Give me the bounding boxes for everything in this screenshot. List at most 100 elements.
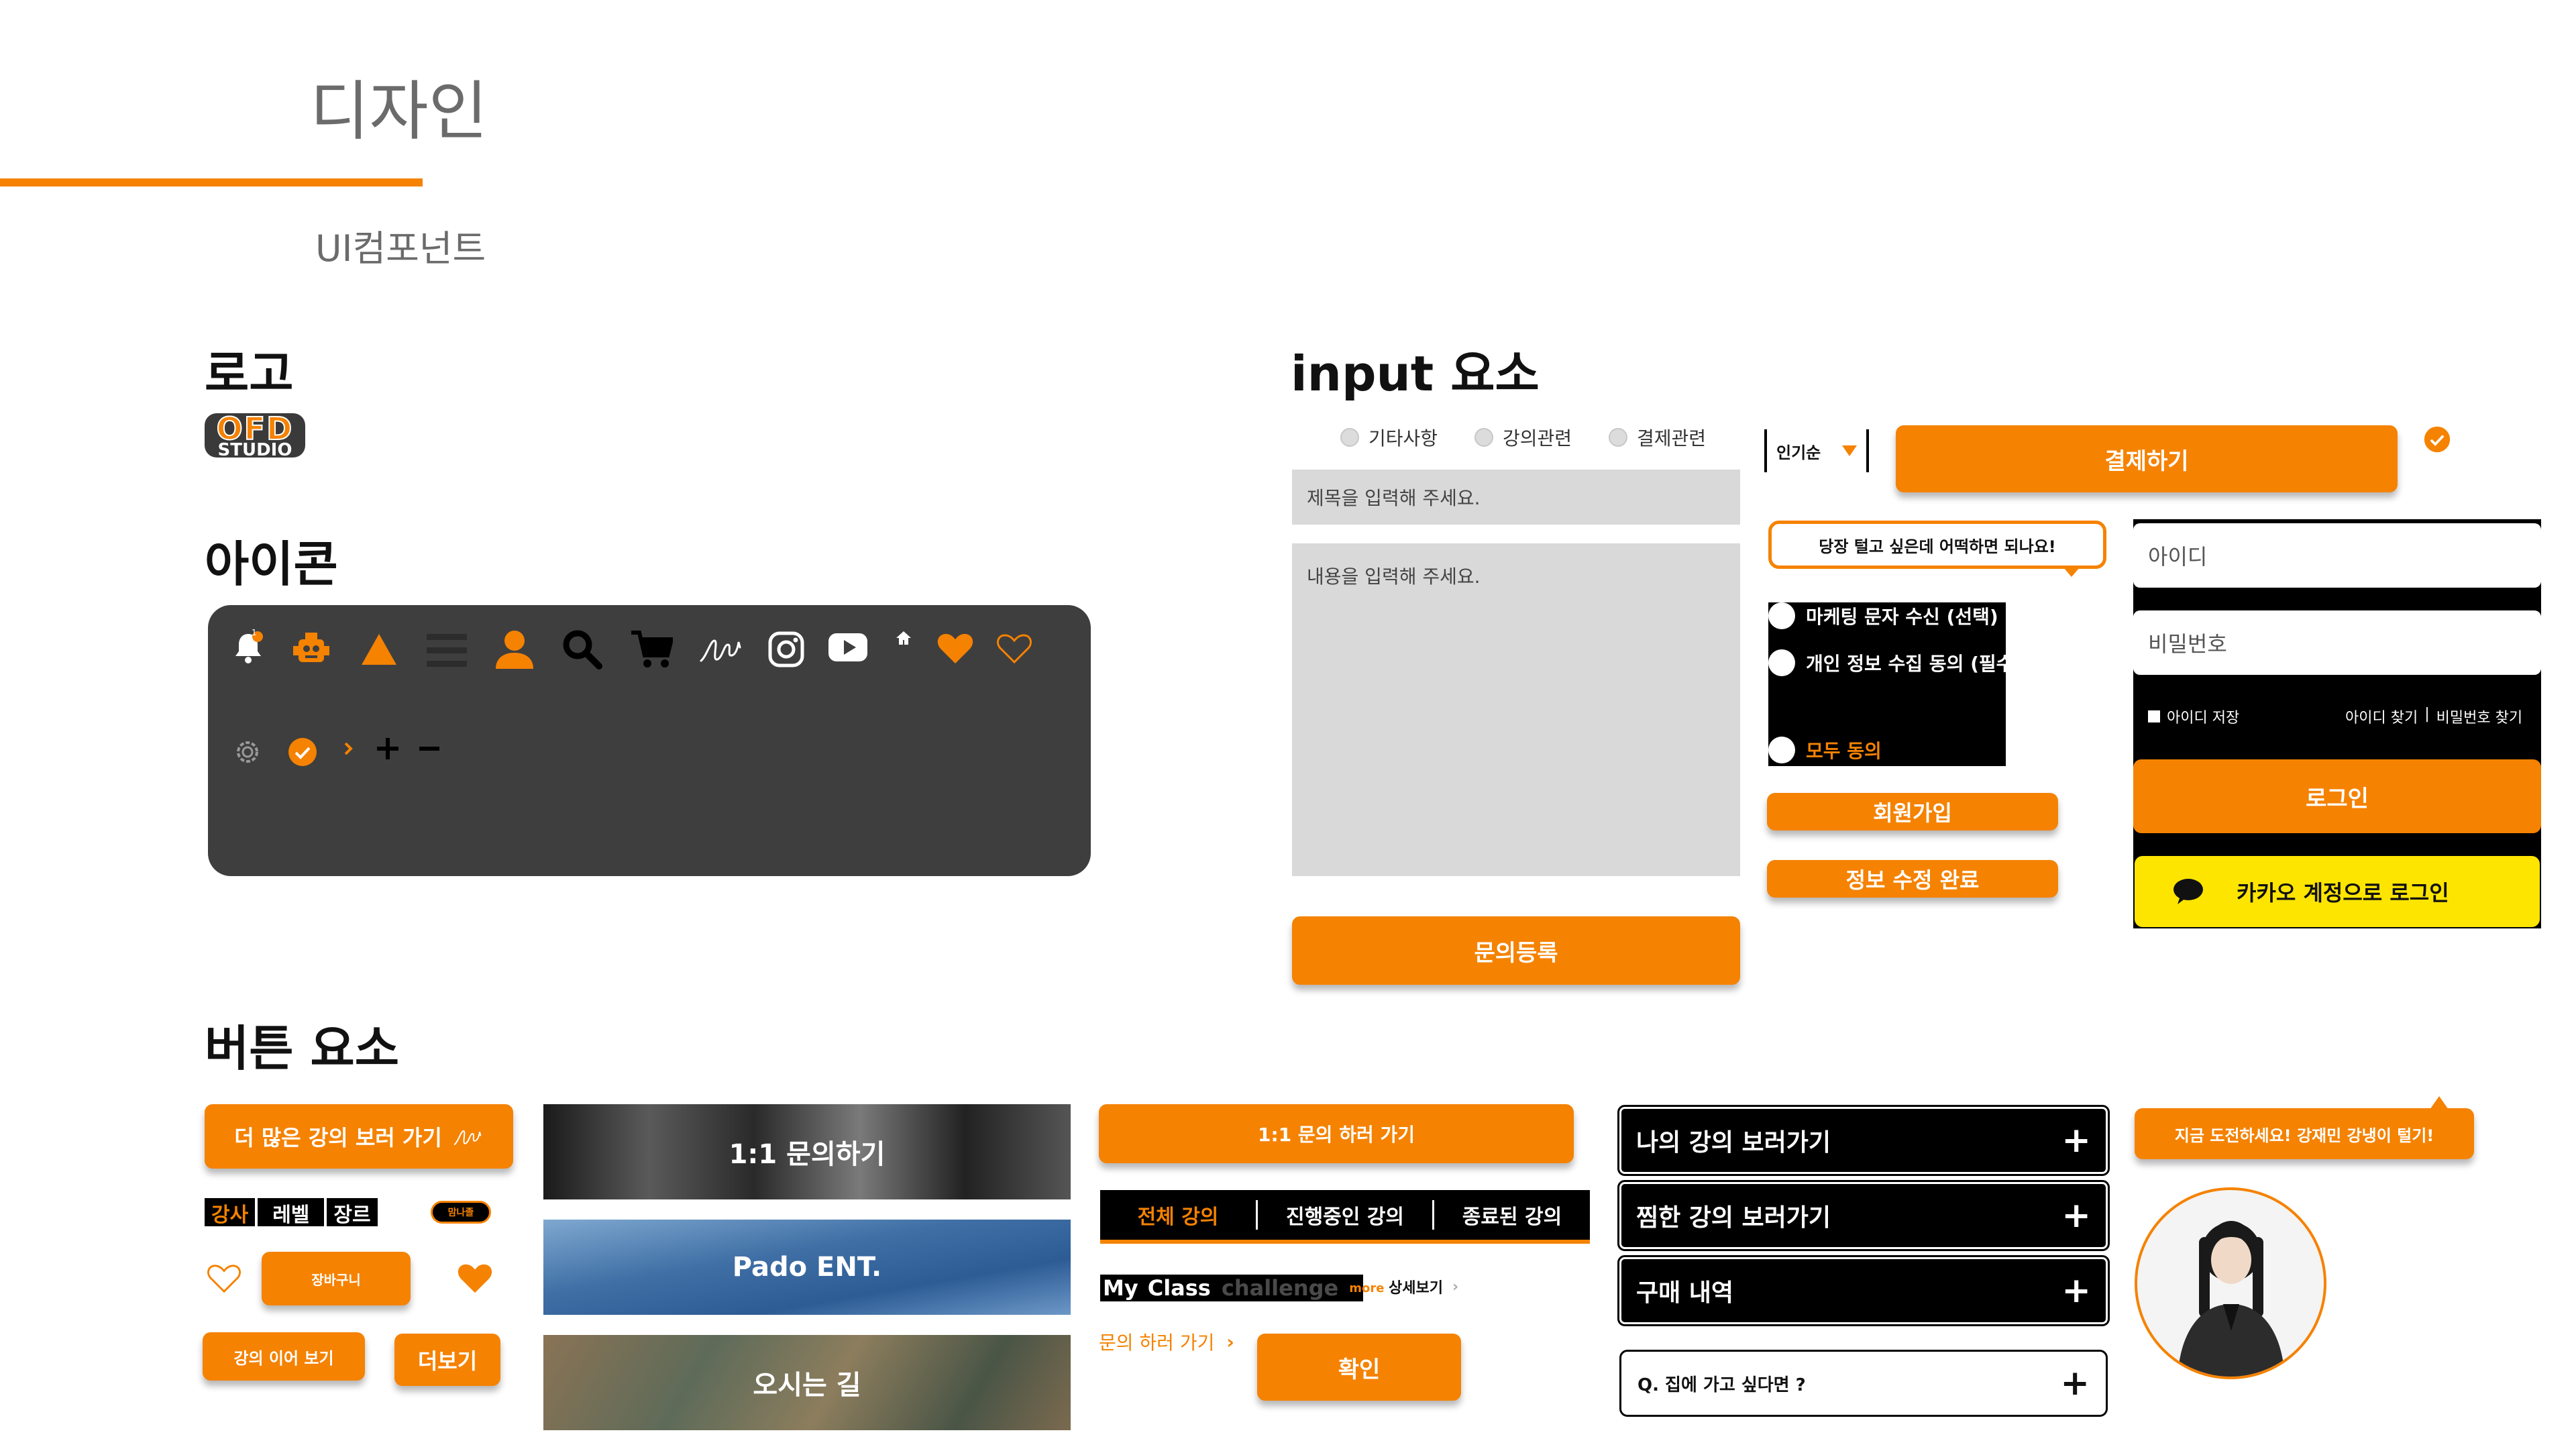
- user-icon[interactable]: [492, 627, 537, 671]
- accordion-my-lectures[interactable]: 나의 강의 보러가기 +: [1617, 1105, 2110, 1176]
- accordion-purchase-history[interactable]: 구매 내역 +: [1617, 1255, 2110, 1326]
- challenge-bubble: 지금 도전하세요! 강재민 강냉이 털기!: [2135, 1108, 2474, 1159]
- link-divider: |: [2424, 706, 2430, 722]
- challenge-bubble-tail: [2430, 1096, 2449, 1110]
- gear-icon[interactable]: [231, 735, 264, 769]
- check-circle-icon[interactable]: [2422, 424, 2453, 455]
- login-button[interactable]: 로그인: [2133, 759, 2541, 833]
- agree-all-checkbox[interactable]: 모두 동의: [1768, 737, 1882, 763]
- speech-bubble: 당장 털고 싶은데 어떡하면 되나요!: [1768, 521, 2106, 569]
- header-divider: [0, 178, 423, 186]
- continue-lecture-button[interactable]: 강의 이어 보기: [203, 1332, 365, 1381]
- plus-icon[interactable]: [373, 734, 402, 763]
- more-lectures-button[interactable]: 더 많은 강의 보러 가기: [205, 1104, 513, 1169]
- filter-tag-group: 강사 레벨 장르: [205, 1198, 378, 1227]
- pado-ent-image-card[interactable]: Pado ENT.: [543, 1220, 1071, 1315]
- tab-ended-lectures[interactable]: 종료된 강의: [1434, 1200, 1590, 1230]
- heart-filled-icon[interactable]: [456, 1261, 494, 1295]
- cart-icon[interactable]: [629, 628, 674, 671]
- save-id-checkbox[interactable]: 아이디 저장: [2148, 706, 2239, 727]
- signature-icon: [451, 1123, 484, 1150]
- page-title: 디자인: [310, 74, 488, 149]
- radio-circle: [1340, 428, 1359, 447]
- checkbox-circle: [1768, 602, 1795, 629]
- menu-icon[interactable]: [425, 629, 468, 671]
- page-subtitle: UI컴포넌트: [315, 227, 486, 270]
- inquiry-submit-button[interactable]: 문의등록: [1292, 916, 1740, 985]
- caret-down-icon: [1842, 445, 1857, 456]
- chevron-right-icon: ›: [1452, 1278, 1459, 1295]
- logo-text-bottom: STUDIO: [217, 440, 292, 458]
- sort-select-value: 인기순: [1776, 443, 1821, 462]
- inquiry-link[interactable]: 문의 하러 가기 ›: [1099, 1328, 1234, 1355]
- bell-badge: 1: [252, 628, 257, 637]
- confirm-button[interactable]: 확인: [1257, 1334, 1461, 1401]
- sort-select[interactable]: 인기순: [1764, 429, 1869, 472]
- avatar[interactable]: [2135, 1187, 2326, 1379]
- chevron-right-icon[interactable]: [338, 735, 358, 762]
- youtube-icon[interactable]: [826, 629, 869, 665]
- more-button[interactable]: 더보기: [394, 1334, 500, 1386]
- ofd-studio-logo: OFD STUDIO: [205, 413, 305, 458]
- lecture-tabs: 전체 강의 진행중인 강의 종료된 강의: [1100, 1190, 1590, 1244]
- status-badge: 맘나졸: [431, 1201, 491, 1224]
- radio-circle: [1609, 428, 1627, 447]
- content-textarea[interactable]: 내용을 입력해 주세요.: [1292, 543, 1740, 876]
- kakao-chat-icon: [2172, 877, 2204, 906]
- myclass-banner[interactable]: My Class challenge more: [1100, 1275, 1384, 1301]
- accordion-wishlist[interactable]: 찜한 강의 보러가기 +: [1617, 1180, 2110, 1251]
- inquiry-image-card[interactable]: 1:1 문의하기: [543, 1104, 1071, 1199]
- id-input[interactable]: 아이디: [2133, 523, 2541, 588]
- bell-icon[interactable]: 1: [229, 628, 267, 668]
- password-input[interactable]: 비밀번호: [2133, 610, 2541, 675]
- filter-tag-level[interactable]: 레벨: [258, 1198, 327, 1227]
- triangle-icon[interactable]: [360, 631, 398, 668]
- find-id-link[interactable]: 아이디 찾기: [2345, 706, 2418, 727]
- speech-bubble-tail: [2063, 568, 2080, 577]
- section-title-buttons: 버튼 요소: [205, 1020, 400, 1077]
- agree-privacy-checkbox[interactable]: 개인 정보 수집 동의 (필수): [1768, 649, 2022, 676]
- find-password-link[interactable]: 비밀번호 찾기: [2436, 706, 2522, 727]
- plus-icon: +: [2060, 1363, 2090, 1403]
- directions-image-card[interactable]: 오시는 길: [543, 1335, 1071, 1430]
- checkbox-square: [2148, 710, 2160, 722]
- signature-icon[interactable]: [698, 628, 743, 669]
- radio-circle: [1474, 428, 1493, 447]
- qna-button[interactable]: 1:1 문의 하러 가기: [1099, 1104, 1574, 1163]
- heart-outline-icon[interactable]: [994, 629, 1034, 667]
- chevron-right-icon: ›: [1226, 1330, 1234, 1353]
- search-icon[interactable]: [561, 628, 604, 671]
- faq-item[interactable]: Q. 집에 가고 싶다면 ? +: [1619, 1350, 2108, 1417]
- category-option-etc[interactable]: 기타사항: [1340, 424, 1438, 451]
- tab-ongoing-lectures[interactable]: 진행중인 강의: [1258, 1200, 1434, 1230]
- instagram-icon[interactable]: [766, 629, 806, 669]
- home-icon[interactable]: [894, 628, 914, 648]
- heart-filled-icon[interactable]: [935, 629, 975, 667]
- checkbox-circle: [1768, 737, 1795, 763]
- edit-complete-button[interactable]: 정보 수정 완료: [1767, 860, 2058, 898]
- title-input[interactable]: 제목을 입력해 주세요.: [1292, 470, 1740, 525]
- plus-icon: +: [2061, 1195, 2091, 1236]
- kakao-login-button[interactable]: 카카오 계정으로 로그인: [2135, 856, 2540, 927]
- heart-outline-icon[interactable]: [205, 1261, 243, 1295]
- robot-icon[interactable]: [290, 628, 333, 671]
- section-title-input: input 요소: [1291, 345, 1540, 402]
- agree-marketing-checkbox[interactable]: 마케팅 문자 수신 (선택): [1768, 602, 1998, 629]
- category-option-lecture[interactable]: 강의관련: [1474, 424, 1572, 451]
- plus-icon: +: [2061, 1271, 2091, 1311]
- cart-button[interactable]: 장바구니: [262, 1252, 411, 1305]
- signup-button[interactable]: 회원가입: [1767, 793, 2058, 830]
- avatar-portrait: [2178, 1221, 2285, 1377]
- pay-button[interactable]: 결제하기: [1896, 425, 2398, 492]
- check-circle-icon[interactable]: [286, 735, 319, 769]
- tab-all-lectures[interactable]: 전체 강의: [1100, 1200, 1258, 1230]
- minus-icon[interactable]: [415, 734, 444, 763]
- section-title-logo: 로고: [205, 345, 294, 402]
- plus-icon: +: [2061, 1120, 2091, 1161]
- detail-link[interactable]: 상세보기 ›: [1389, 1276, 1458, 1297]
- checkbox-circle: [1768, 649, 1795, 676]
- filter-tag-genre[interactable]: 장르: [327, 1198, 377, 1227]
- filter-tag-instructor[interactable]: 강사: [205, 1198, 258, 1227]
- find-account-links: 아이디 찾기 | 비밀번호 찾기: [2345, 706, 2522, 727]
- category-option-payment[interactable]: 결제관련: [1609, 424, 1706, 451]
